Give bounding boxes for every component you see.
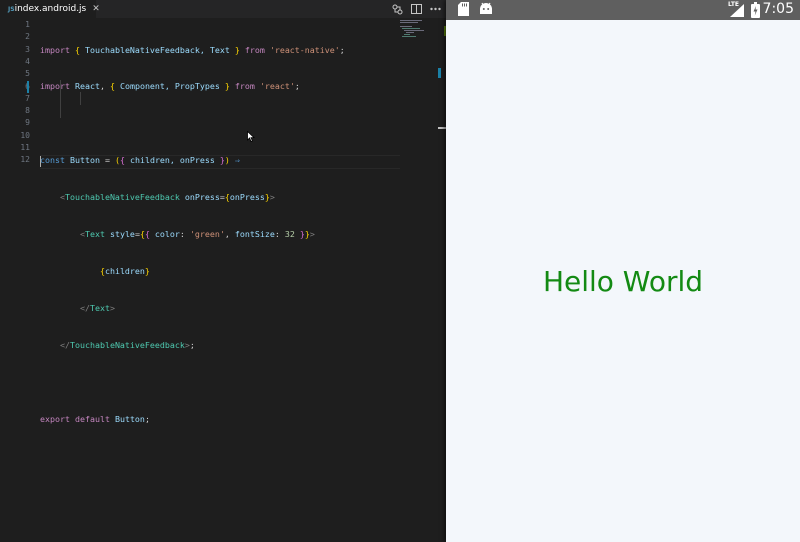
close-icon[interactable]: ✕ (92, 4, 100, 14)
tab-index-android-js[interactable]: JS index.android.js ✕ (0, 0, 100, 18)
code-token: export (40, 413, 70, 424)
code-token: ⇒ (234, 155, 240, 166)
status-clock: 7:05 (762, 1, 794, 17)
code-token: Button (114, 413, 145, 424)
code-token: 'react-native' (269, 44, 340, 55)
editor-tab-bar: JS index.android.js ✕ (0, 0, 446, 18)
split-editor-icon[interactable] (410, 3, 422, 15)
scrollbar-cursor-marker (438, 127, 446, 129)
code-token: 'react' (259, 81, 295, 92)
code-token: ; (294, 81, 300, 92)
code-line: export default Button; (40, 413, 345, 425)
line-number: 3 (25, 44, 30, 54)
minimap[interactable] (400, 20, 440, 40)
android-icon (480, 2, 492, 14)
code-token: , (99, 81, 110, 92)
code-token: : (179, 229, 190, 240)
android-status-bar: LTE 7:05 (446, 0, 800, 20)
code-token: Button (69, 155, 100, 166)
code-token: } (294, 229, 305, 240)
code-token: TouchableNativeFeedback (69, 339, 185, 350)
code-token: ) (224, 155, 230, 166)
line-number: 9 (25, 118, 30, 128)
code-token: = (99, 155, 115, 166)
code-token: ; (339, 44, 345, 55)
code-token: onPress (229, 192, 265, 203)
code-token: : (274, 229, 285, 240)
code-token: , (224, 229, 235, 240)
code-token: ; (189, 339, 195, 350)
code-token: children, onPress (124, 155, 220, 166)
line-number: 1 (25, 20, 30, 29)
tab-label: index.android.js (14, 4, 87, 14)
text-cursor (40, 156, 41, 167)
code-line: <Text style={{ color: 'green', fontSize:… (40, 228, 345, 240)
more-actions-icon[interactable] (429, 3, 441, 15)
line-number: 11 (20, 143, 30, 152)
code-line: import React, { Component, PropTypes } f… (40, 80, 345, 92)
code-line: </Text> (40, 302, 345, 314)
code-line: {children} (40, 265, 345, 277)
code-token: fontSize (234, 229, 275, 240)
code-line: </TouchableNativeFeedback>; (40, 339, 345, 351)
editor-scrollbar[interactable] (437, 20, 446, 542)
signal-icon (730, 4, 744, 17)
sd-card-icon (458, 2, 469, 16)
code-text[interactable]: import { TouchableNativeFeedback, Text }… (40, 19, 345, 486)
line-number: 6 (0, 81, 30, 93)
code-token: > (109, 302, 115, 313)
code-token: import (40, 44, 70, 55)
line-number: 8 (25, 106, 30, 116)
code-token: const (40, 155, 65, 166)
compare-icon[interactable] (391, 3, 403, 15)
code-token: } (144, 265, 150, 276)
code-token: </ (79, 302, 90, 313)
code-token: Text (89, 302, 110, 313)
mouse-pointer-icon (247, 131, 255, 143)
hello-world-text[interactable]: Hello World (446, 262, 800, 302)
line-number: 2 (25, 32, 30, 42)
code-token: TouchableNativeFeedback, Text (79, 44, 235, 55)
code-token: 'green' (189, 229, 225, 240)
code-token: Text (84, 229, 105, 240)
code-token: style (109, 229, 135, 240)
code-token: } (234, 44, 240, 55)
line-number: 10 (20, 130, 30, 140)
code-token: Component, PropTypes (114, 81, 225, 92)
code-token: children (104, 265, 145, 276)
code-token: > (309, 229, 315, 240)
code-token: from (244, 44, 265, 55)
code-token: onPress (184, 192, 220, 203)
code-token: </ (59, 339, 70, 350)
code-line: <TouchableNativeFeedback onPress={onPres… (40, 191, 345, 203)
code-editor[interactable]: JS index.android.js ✕ 1 2 3 4 5 6 7 8 9 … (0, 0, 446, 542)
code-token: from (234, 81, 255, 92)
code-token: import (40, 81, 70, 92)
code-token: } (224, 81, 230, 92)
modified-line-marker (27, 81, 29, 93)
code-token: TouchableNativeFeedback (64, 192, 180, 203)
battery-icon (751, 2, 760, 18)
code-token: React (74, 81, 100, 92)
line-number: 7 (25, 93, 30, 103)
android-emulator-screen[interactable]: LTE 7:05 Hello World (446, 0, 800, 542)
line-number: 4 (25, 56, 30, 66)
line-number: 12 (20, 155, 30, 165)
code-token: ; (144, 413, 150, 424)
code-token: 32 (284, 229, 295, 240)
code-token: default (74, 413, 110, 424)
scrollbar-modified-marker (438, 68, 441, 78)
code-line: const Button = ({ children, onPress }) ⇒ (40, 154, 345, 166)
line-number: 5 (25, 69, 30, 79)
code-line: import { TouchableNativeFeedback, Text }… (40, 44, 345, 56)
code-token: color (149, 229, 180, 240)
code-token: > (269, 192, 275, 203)
